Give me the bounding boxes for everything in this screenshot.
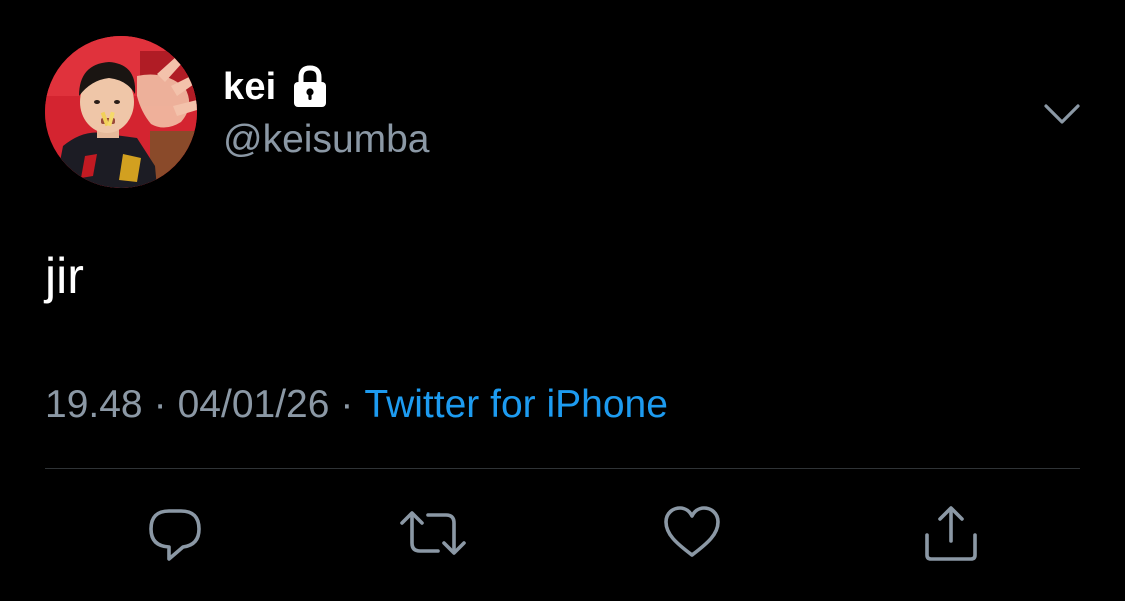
heart-icon [664,506,720,557]
retweet-button[interactable] [400,500,466,566]
tweet-date: 04/01/26 [177,383,330,426]
tweet-time: 19.48 [45,383,143,426]
share-button[interactable] [918,500,984,566]
author-handle[interactable]: @keisumba [223,118,430,162]
avatar[interactable] [45,36,197,188]
display-name[interactable]: kei [223,66,276,109]
reply-icon [149,509,201,561]
retweet-icon [400,511,466,555]
chevron-down-icon[interactable] [1042,98,1082,128]
meta-separator: · [153,383,167,426]
author-name-row[interactable]: kei [223,62,330,112]
avatar-photo [45,36,197,188]
tweet-source-link[interactable]: Twitter for iPhone [364,383,667,426]
meta-separator: · [340,383,354,426]
action-bar [0,500,1125,570]
tweet-detail: kei @keisumba jir 19.48 · 04/01/26 · Twitter… [0,0,1125,601]
reply-button[interactable] [142,500,208,566]
divider [45,468,1080,469]
like-button[interactable] [659,500,725,566]
share-icon [925,506,977,561]
lock-icon [290,65,330,109]
tweet-text: jir [45,248,84,304]
tweet-meta: 19.48 · 04/01/26 · Twitter for iPhone [45,383,668,427]
